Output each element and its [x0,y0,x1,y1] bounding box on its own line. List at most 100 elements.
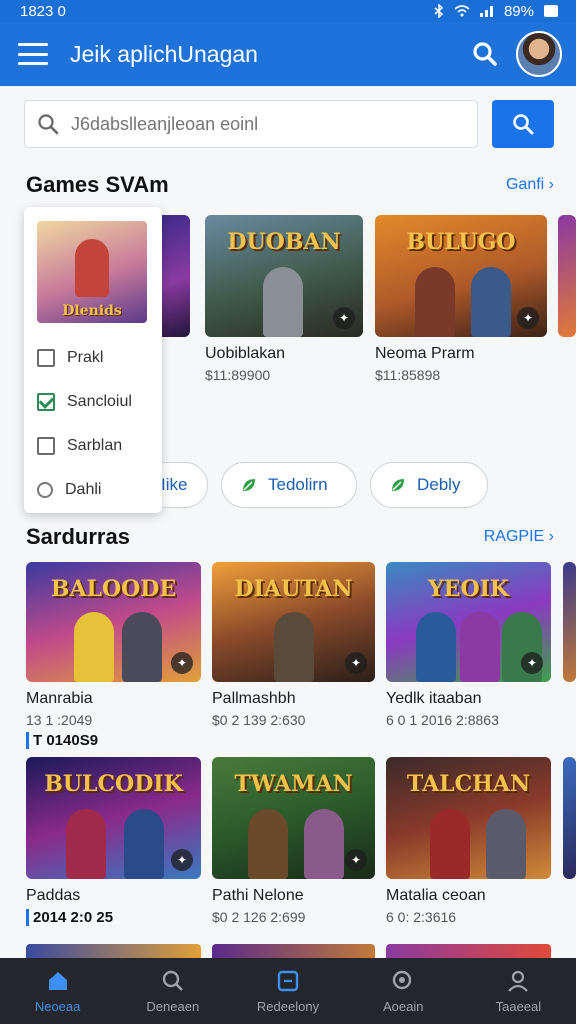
game-logo-text: BALOODE [50,576,177,602]
checkbox-checked[interactable] [37,393,55,411]
battery-icon [544,5,558,17]
game-info: $0 2 139 2:630 [212,712,306,728]
library-icon [277,970,299,991]
bluetooth-icon [434,4,444,18]
game-badge-icon: ✦ [171,849,193,871]
game-info: 6 0: 2:3616 [386,909,457,925]
game-badge-icon: ✦ [517,307,539,329]
game-price: $11:89900 [205,367,271,383]
game-logo-text: DUOBAN [227,229,341,255]
game-card[interactable]: DIAUTAN ✦ Pallmashbh $0 2 139 2:630 [212,562,375,728]
search-icon [162,970,183,991]
app-bar: Jeik aplichUnagan [0,22,576,86]
status-bar: 1823 0 89% [0,0,576,22]
game-info: 13 1 :2049 [26,712,93,728]
game-card-partial[interactable] [563,562,576,682]
game-title: Paddas [26,887,81,904]
leaf-icon [392,479,404,491]
discover-icon [393,970,412,989]
search-button[interactable] [492,100,554,148]
game-thumbnail: TALCHAN [386,757,551,879]
status-time: 1823 0 [20,2,66,20]
game-logo-text: YEOIK [427,576,510,602]
search-icon [38,114,59,135]
filter-option[interactable]: Prakl [37,349,149,367]
filter-chip[interactable]: Debly [370,462,488,508]
search-field[interactable] [24,100,478,148]
game-info: $0 2 126 2:699 [212,909,306,925]
game-badge-icon: ✦ [171,652,193,674]
section-header-featured: Sardurras RAGPIE › [26,524,554,550]
see-all-link[interactable]: RAGPIE › [484,528,554,546]
game-thumbnail: DUOBAN ✦ [205,215,363,337]
game-card[interactable]: YEOIK ✦ Yedlk itaaban 6 0 1 2016 2:8863 [386,562,551,728]
search-icon[interactable] [472,41,498,67]
game-title: Matalia ceoan [386,887,486,904]
game-thumbnail: TWAMAN ✦ [212,757,375,879]
section-header-games: Games SVAm Ganfi › [26,172,554,198]
game-price: $11:85898 [375,367,441,383]
chevron-right-icon: › [548,176,554,193]
game-card-partial[interactable] [558,215,576,337]
section-title: Games SVAm [26,172,169,197]
battery-percent: 89% [503,2,534,20]
game-logo-text: BULCODIK [44,771,183,797]
game-badge-icon: ✦ [345,652,367,674]
signal-icon [479,6,493,17]
game-logo-text: TWAMAN [234,771,353,797]
checkbox[interactable] [37,349,55,367]
game-logo-text: DIAUTAN [234,576,353,602]
game-title: Neoma Prarm [375,345,475,362]
game-card[interactable]: DUOBAN ✦ Uobiblakan $11:89900 [205,215,363,383]
chevron-right-icon: › [548,528,554,545]
game-card[interactable]: TALCHAN Matalia ceoan 6 0: 2:3616 [386,757,551,925]
game-date: T 0140S9 [26,732,201,749]
home-icon [48,971,67,990]
game-badge-icon: ✦ [345,849,367,871]
game-title: Uobiblakan [205,345,286,362]
game-card[interactable]: BULCODIK ✦ Paddas 2014 2:0 25 [26,757,201,926]
radio-icon[interactable] [37,482,53,498]
game-logo-text: TALCHAN [406,771,531,797]
game-thumbnail: BULUGO ✦ [375,215,547,337]
profile-icon [508,970,529,992]
search-icon [513,114,534,135]
nav-item-discover[interactable]: Aoeain [346,958,461,1024]
game-title: Pallmashbh [212,690,296,707]
see-all-link[interactable]: Ganfi › [506,176,554,194]
filter-option[interactable]: Dahli [37,481,149,499]
game-badge-icon: ✦ [521,652,543,674]
game-thumbnail: BULCODIK ✦ [26,757,201,879]
avatar[interactable] [516,31,562,77]
game-logo-text: BULUGO [406,229,516,255]
game-card[interactable]: BULUGO ✦ Neoma Prarm $11:85898 [375,215,547,383]
game-card[interactable]: TWAMAN ✦ Pathi Nelone $0 2 126 2:699 [212,757,375,925]
game-card[interactable]: BALOODE ✦ Manrabia 13 1 :2049 T 0140S9 [26,562,201,749]
game-info: 6 0 1 2016 2:8863 [386,712,499,728]
bottom-nav: Neoeaa Deneaen Redeelony Aoeain Taaeeal [0,958,576,1024]
game-date: 2014 2:0 25 [26,909,201,926]
nav-item-search[interactable]: Deneaen [115,958,230,1024]
menu-icon[interactable] [18,43,48,65]
game-badge-icon: ✦ [333,307,355,329]
nav-item-library[interactable]: Redeelony [230,958,345,1024]
filter-option[interactable]: Sancloiul [37,393,149,411]
wifi-icon [454,5,470,17]
search-input[interactable] [71,113,465,135]
nav-item-home[interactable]: Neoeaa [0,958,115,1024]
game-thumbnail: BALOODE ✦ [26,562,201,682]
section-title: Sardurras [26,524,130,549]
game-title: Manrabia [26,690,93,707]
game-title: Yedlk itaaban [386,690,482,707]
checkbox[interactable] [37,437,55,455]
filter-option[interactable]: Sarblan [37,437,149,455]
dropdown-image-tag: Dlenids [62,303,122,319]
nav-item-profile[interactable]: Taaeeal [461,958,576,1024]
search-row [24,100,554,148]
filter-chip[interactable]: Tedolirn [221,462,357,508]
game-card-partial[interactable] [563,757,576,879]
game-thumbnail: DIAUTAN ✦ [212,562,375,682]
game-thumbnail: YEOIK ✦ [386,562,551,682]
app-title: Jeik aplichUnagan [70,40,258,67]
filter-dropdown: Dlenids Prakl Sancloiul Sarblan Dahli [24,207,162,513]
